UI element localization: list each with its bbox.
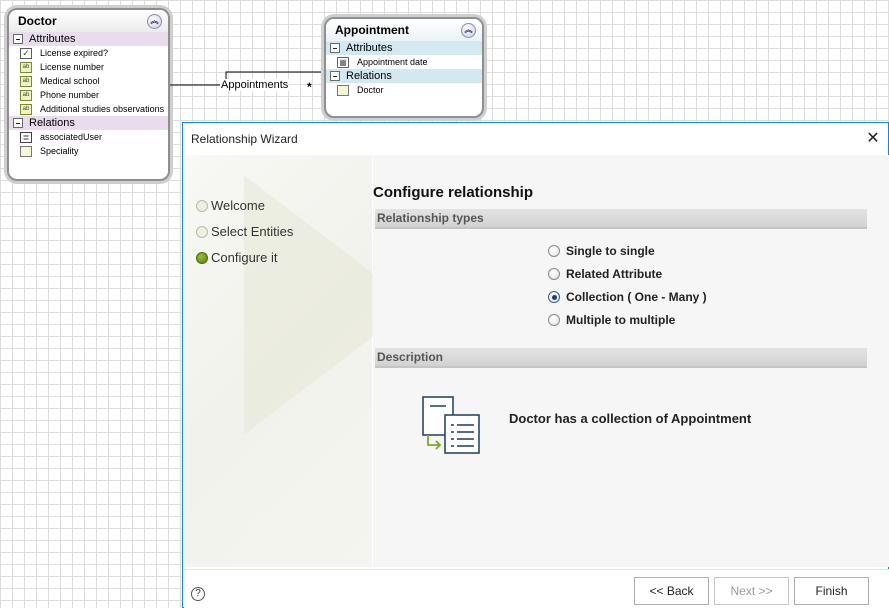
radio-multiple-to-multiple[interactable]: Multiple to multiple	[548, 313, 675, 327]
attribute-label: Phone number	[40, 90, 100, 100]
appointment-entity-title: Appointment	[335, 23, 409, 37]
doctor-attributes-header[interactable]: Attributes	[9, 32, 168, 46]
text-field-icon: ab	[20, 61, 32, 73]
attribute-label: Appointment date	[357, 57, 428, 67]
doctor-entity-title: Doctor	[18, 14, 57, 28]
dialog-footer: ? << Back Next >> Finish	[184, 569, 889, 608]
relation-row[interactable]: ≣ associatedUser	[9, 130, 168, 144]
text-field-icon: ab	[20, 75, 32, 87]
section-label: Relations	[346, 70, 392, 82]
relation-label: associatedUser	[40, 132, 103, 142]
attribute-row[interactable]: ab Additional studies observations	[9, 102, 168, 116]
relation-row[interactable]: Speciality	[9, 144, 168, 158]
attribute-label: Additional studies observations	[40, 104, 165, 114]
table-relation-icon	[20, 145, 32, 157]
relation-icon	[337, 84, 349, 96]
radio-label: Collection ( One - Many )	[566, 290, 707, 304]
wizard-steps-sidebar: Welcome Select Entities Configure it	[184, 155, 414, 567]
attribute-row[interactable]: ab Medical school	[9, 74, 168, 88]
step-label: Select Entities	[211, 224, 294, 239]
radio-button-selected[interactable]	[548, 291, 560, 303]
attribute-label: License number	[40, 62, 105, 72]
attribute-label: License expired?	[40, 48, 109, 58]
collapse-minus-icon[interactable]	[13, 34, 23, 44]
relation-label: Speciality	[40, 146, 79, 156]
description-area: Doctor has a collection of Appointment	[373, 370, 867, 548]
back-button[interactable]: << Back	[634, 577, 709, 605]
text-field-icon: ab	[20, 89, 32, 101]
doctor-relations-header[interactable]: Relations	[9, 116, 168, 130]
section-header-label: Relationship types	[377, 211, 484, 225]
appointment-relations-header[interactable]: Relations	[326, 69, 482, 83]
attribute-label: Medical school	[40, 76, 100, 86]
collapse-icon[interactable]: ︽	[147, 13, 162, 29]
help-icon[interactable]: ?	[191, 587, 205, 601]
radio-collection-one-many[interactable]: Collection ( One - Many )	[548, 290, 707, 304]
section-label: Relations	[29, 117, 75, 129]
dialog-title: Relationship Wizard	[191, 132, 298, 146]
text-field-icon: ab	[20, 103, 32, 115]
date-field-icon: ▦	[337, 56, 349, 68]
step-configure-it: Configure it	[196, 250, 277, 265]
radio-label: Single to single	[566, 244, 655, 258]
section-label: Attributes	[29, 33, 76, 45]
section-header-label: Description	[377, 350, 444, 364]
appointment-entity-header[interactable]: Appointment ︽	[326, 19, 482, 41]
description-text: Doctor has a collection of Appointment	[509, 411, 752, 426]
finish-button[interactable]: Finish	[794, 577, 869, 605]
active-step-indicator-icon	[196, 251, 208, 264]
collapse-minus-icon[interactable]	[330, 71, 340, 81]
radio-related-attribute[interactable]: Related Attribute	[548, 267, 662, 281]
content-title: Configure relationship	[373, 184, 534, 201]
appointment-entity[interactable]: Appointment ︽ Attributes ▦ Appointment d…	[324, 17, 484, 118]
doctor-entity[interactable]: Doctor ︽ Attributes ✓ License expired? a…	[7, 8, 170, 181]
close-button[interactable]: ✕	[860, 126, 886, 150]
radio-button[interactable]	[548, 268, 560, 280]
checkbox-icon: ✓	[20, 47, 32, 59]
section-label: Attributes	[346, 42, 393, 54]
wizard-content: Configure relationship Relationship type…	[373, 155, 889, 567]
radio-label: Multiple to multiple	[566, 313, 676, 327]
collapse-minus-icon[interactable]	[13, 118, 23, 128]
relationship-wizard-dialog: Relationship Wizard ✕ Welcome Select Ent…	[182, 122, 889, 608]
collapse-minus-icon[interactable]	[330, 43, 340, 53]
collection-relationship-icon	[422, 396, 480, 454]
step-label: Welcome	[211, 198, 265, 213]
radio-button[interactable]	[548, 314, 560, 326]
radio-single-to-single[interactable]: Single to single	[548, 244, 655, 258]
appointment-attributes-header[interactable]: Attributes	[326, 41, 482, 55]
user-relation-icon: ≣	[20, 131, 32, 143]
attribute-row[interactable]: ✓ License expired?	[9, 46, 168, 60]
attribute-row[interactable]: ab License number	[9, 60, 168, 74]
relationship-types-header: Relationship types	[375, 209, 867, 229]
relation-row[interactable]: Doctor	[326, 83, 482, 97]
step-indicator-icon	[196, 199, 208, 212]
attribute-row[interactable]: ▦ Appointment date	[326, 55, 482, 69]
next-button[interactable]: Next >>	[714, 577, 789, 605]
connector-label: Appointments	[220, 79, 290, 91]
description-header: Description	[375, 348, 867, 368]
step-label: Configure it	[211, 250, 278, 265]
attribute-row[interactable]: ab Phone number	[9, 88, 168, 102]
collapse-icon[interactable]: ︽	[461, 22, 476, 38]
cardinality-label: *	[307, 80, 312, 94]
radio-button[interactable]	[548, 245, 560, 257]
step-select-entities: Select Entities	[196, 224, 293, 239]
step-indicator-icon	[196, 225, 208, 238]
step-welcome: Welcome	[196, 198, 265, 213]
doctor-entity-header[interactable]: Doctor ︽	[9, 10, 168, 32]
relation-label: Doctor	[357, 85, 384, 95]
radio-label: Related Attribute	[566, 267, 663, 281]
